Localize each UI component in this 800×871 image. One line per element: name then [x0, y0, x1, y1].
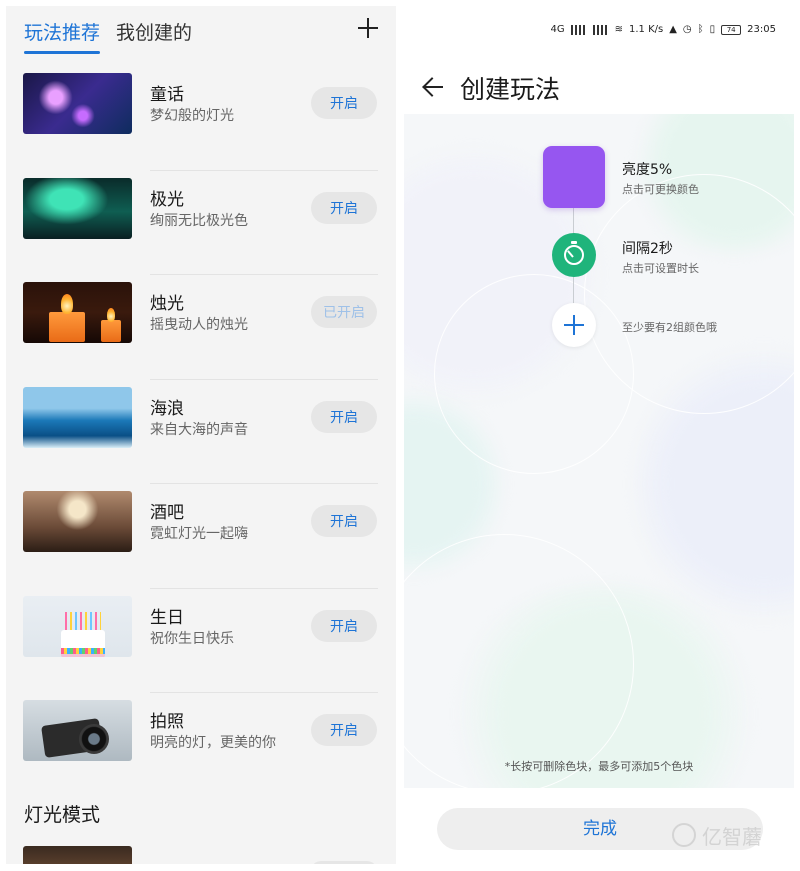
scene-list: 童话 梦幻般的灯光 开启 极光 绚丽无比极光色 开启 烛光 摇曳动人的烛光 已开… [6, 66, 396, 798]
item-description: 绚丽无比极光色 [150, 212, 248, 229]
signal-icon [592, 24, 609, 35]
enable-button[interactable]: 开启 [311, 400, 377, 433]
list-item[interactable]: 生日 祝你生日快乐 开启 [6, 589, 396, 693]
tab-bar: 玩法推荐 我创建的 [24, 20, 192, 54]
item-description: 明亮的灯，更美的你 [150, 735, 276, 751]
create-scene-panel: 4G ≋ 1.1 K/s ▲ ◷ ᛒ ▯ 74 23:05 创建玩法 亮度5% … [404, 6, 794, 864]
bluetooth-icon: ᛒ [697, 24, 704, 35]
net-speed: 1.1 K/s [629, 24, 664, 35]
tab-recommended[interactable]: 玩法推荐 [24, 20, 101, 54]
enable-button-partial[interactable] [311, 861, 377, 864]
battery-icon: 74 [721, 24, 742, 35]
interval-label: 间隔2秒 [622, 241, 673, 257]
add-color-button[interactable] [552, 303, 596, 347]
light-mode-thumbnail[interactable] [23, 846, 132, 864]
candlelight-thumbnail [23, 282, 132, 343]
status-bar: 4G ≋ 1.1 K/s ▲ ◷ ᛒ ▯ 74 23:05 [550, 24, 776, 35]
network-label: 4G [550, 24, 565, 35]
add-icon[interactable] [356, 16, 380, 40]
item-description: 祝你生日快乐 [150, 630, 234, 647]
item-title: 生日 [150, 607, 184, 628]
section-title: 灯光模式 [24, 804, 101, 826]
enable-button[interactable]: 开启 [311, 609, 377, 642]
watermark-text: 亿智蘑 [702, 825, 762, 849]
list-item[interactable]: 拍照 明亮的灯，更美的你 开启 [6, 693, 396, 798]
page-title: 创建玩法 [460, 75, 561, 104]
birthday-cake-thumbnail [23, 595, 132, 657]
vibrate-icon: ▯ [709, 24, 716, 35]
watermark-icon [672, 823, 696, 847]
enable-button[interactable]: 开启 [311, 87, 377, 119]
item-description: 梦幻般的灯光 [150, 108, 234, 124]
signal-icon [570, 24, 587, 35]
item-title: 极光 [150, 189, 184, 210]
item-description: 摇曳动人的烛光 [150, 317, 248, 333]
list-item[interactable]: 烛光 摇曳动人的烛光 已开启 [6, 275, 396, 380]
interval-hint: 点击可设置时长 [622, 262, 699, 275]
min-colors-hint: 至少要有2组颜色哦 [622, 321, 717, 334]
color-flow-canvas [404, 114, 794, 788]
item-title: 酒吧 [150, 503, 184, 523]
color-swatch-block[interactable] [543, 146, 605, 208]
enabled-status-button[interactable]: 已开启 [311, 296, 377, 328]
ocean-wave-thumbnail [23, 386, 132, 448]
back-arrow-icon[interactable] [422, 76, 444, 98]
item-description: 来自大海的声音 [150, 421, 248, 438]
fairy-tale-thumbnail [23, 73, 132, 134]
notification-icon: ▲ [669, 24, 677, 35]
brightness-label: 亮度5% [622, 162, 673, 178]
enable-button[interactable]: 开启 [311, 714, 377, 746]
bar-party-thumbnail [23, 491, 132, 552]
item-description: 霓虹灯光一起嗨 [150, 526, 248, 542]
item-title: 烛光 [150, 294, 184, 314]
list-item[interactable]: 童话 梦幻般的灯光 开启 [6, 66, 396, 171]
wifi-icon: ≋ [614, 24, 623, 35]
clock: 23:05 [747, 24, 776, 35]
aurora-thumbnail [23, 177, 132, 239]
list-item[interactable]: 海浪 来自大海的声音 开启 [6, 380, 396, 484]
item-title: 海浪 [150, 398, 184, 419]
list-item[interactable]: 酒吧 霓虹灯光一起嗨 开启 [6, 484, 396, 589]
timer-icon[interactable] [552, 233, 596, 277]
item-title: 拍照 [150, 712, 184, 732]
alarm-icon: ◷ [682, 24, 692, 35]
enable-button[interactable]: 开启 [311, 191, 377, 224]
footer-hint: *长按可删除色块，最多可添加5个色块 [504, 760, 694, 773]
item-title: 童话 [150, 85, 184, 105]
enable-button[interactable]: 开启 [311, 505, 377, 537]
camera-thumbnail [23, 700, 132, 761]
tab-my-created[interactable]: 我创建的 [116, 20, 192, 54]
scene-list-panel: 玩法推荐 我创建的 童话 梦幻般的灯光 开启 极光 绚丽无比极光色 开启 烛光 [6, 6, 396, 864]
watermark-logo: 亿智蘑 [672, 821, 792, 851]
list-item[interactable]: 极光 绚丽无比极光色 开启 [6, 171, 396, 275]
brightness-hint: 点击可更换颜色 [622, 183, 699, 196]
